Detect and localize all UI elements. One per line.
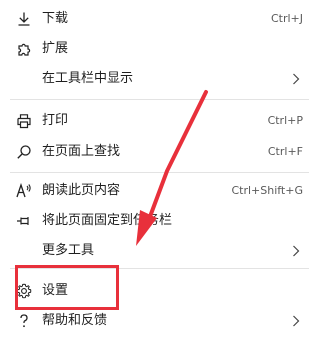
menu-item-shortcut: Ctrl+F	[267, 145, 303, 158]
menu-item-extensions[interactable]: 扩展	[0, 34, 319, 64]
menu-item-label: 朗读此页内容	[42, 183, 121, 198]
menu-item-print[interactable]: 打印 Ctrl+P	[0, 106, 319, 136]
menu-item-settings[interactable]: 设置	[0, 276, 319, 306]
chevron-right-icon	[289, 314, 303, 328]
menu-item-shortcut: Ctrl+P	[267, 114, 303, 127]
menu-item-find-on-page[interactable]: 在页面上查找 Ctrl+F	[0, 137, 319, 167]
menu-item-shortcut: Ctrl+Shift+G	[231, 184, 303, 197]
menu-item-label: 设置	[42, 283, 69, 298]
menu-item-label: 帮助和反馈	[42, 313, 108, 328]
menu-divider	[10, 268, 309, 269]
menu-item-label: 打印	[42, 113, 69, 128]
menu-item-pin-to-taskbar[interactable]: 将此页面固定到任务栏	[0, 206, 319, 236]
menu-item-read-aloud[interactable]: 朗读此页内容 Ctrl+Shift+G	[0, 176, 319, 206]
menu-item-shortcut: Ctrl+J	[270, 12, 303, 25]
download-icon	[16, 11, 32, 27]
chevron-right-icon	[289, 72, 303, 86]
printer-icon	[16, 113, 32, 129]
menu-divider	[10, 99, 309, 100]
browser-settings-menu: 下载 Ctrl+J 扩展 在工具栏中显示 打印 Ctrl+P 在页面上查找 Ct…	[0, 0, 319, 338]
menu-item-show-in-toolbar[interactable]: 在工具栏中显示	[0, 64, 319, 94]
menu-item-label: 扩展	[42, 41, 69, 56]
menu-item-more-tools[interactable]: 更多工具	[0, 236, 319, 266]
menu-item-label: 将此页面固定到任务栏	[42, 213, 173, 228]
read-aloud-icon	[16, 183, 32, 199]
search-icon	[16, 144, 32, 160]
pin-icon	[16, 213, 32, 229]
menu-item-label: 在页面上查找	[42, 144, 121, 159]
menu-item-label: 下载	[42, 11, 69, 26]
puzzle-icon	[16, 41, 32, 57]
menu-item-help-feedback[interactable]: 帮助和反馈	[0, 306, 319, 336]
menu-divider	[10, 172, 309, 173]
menu-item-label: 在工具栏中显示	[42, 71, 134, 86]
gear-icon	[16, 283, 32, 299]
help-icon	[16, 313, 32, 329]
chevron-right-icon	[289, 244, 303, 258]
menu-item-label: 更多工具	[42, 243, 95, 258]
menu-item-downloads[interactable]: 下载 Ctrl+J	[0, 4, 319, 34]
